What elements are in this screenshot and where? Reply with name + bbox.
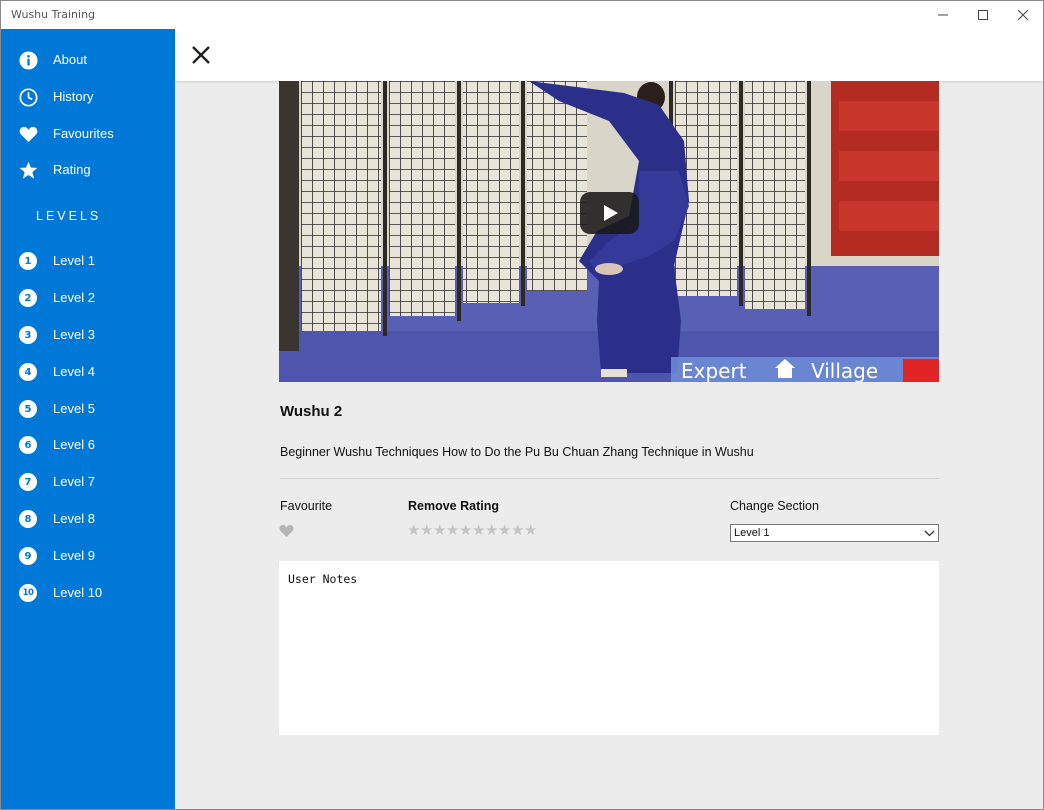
rating-star-1[interactable]: ★ [407, 523, 420, 538]
divider [280, 478, 939, 479]
sidebar-item-label: Level 8 [53, 511, 95, 526]
title-bar: Wushu Training [1, 1, 1043, 29]
rating-star-3[interactable]: ★ [433, 523, 446, 538]
number-6-icon: 6 [18, 435, 38, 455]
levels-heading: LEVELS [36, 209, 102, 223]
play-icon [603, 205, 618, 221]
heart-icon [18, 124, 38, 144]
video-title: Wushu 2 [280, 403, 343, 420]
sidebar-item-level-10[interactable]: 10 Level 10 [1, 576, 175, 610]
app-window: Wushu Training About History Favourites … [0, 0, 1044, 810]
rating-star-10[interactable]: ★ [524, 523, 537, 538]
close-x-icon [192, 46, 210, 64]
play-button[interactable] [580, 192, 639, 234]
number-1-icon: 1 [18, 251, 38, 271]
sidebar-item-level-9[interactable]: 9 Level 9 [1, 539, 175, 573]
rating-star-4[interactable]: ★ [446, 523, 459, 538]
sidebar-item-label: Level 6 [53, 437, 95, 452]
sidebar-item-level-5[interactable]: 5 Level 5 [1, 392, 175, 426]
rating-star-5[interactable]: ★ [459, 523, 472, 538]
minimize-icon [938, 14, 948, 16]
video-description: Beginner Wushu Techniques How to Do the … [280, 445, 754, 459]
close-icon [1018, 10, 1028, 20]
user-notes-text: User Notes [288, 572, 358, 586]
rating-stars: ★ ★ ★ ★ ★ ★ ★ ★ ★ ★ [407, 523, 537, 538]
info-icon [18, 50, 38, 70]
sidebar-item-about[interactable]: About [1, 43, 175, 77]
maximize-icon [978, 10, 988, 20]
sidebar-item-level-3[interactable]: 3 Level 3 [1, 318, 175, 352]
sidebar-item-label: Level 9 [53, 548, 95, 563]
sidebar: About History Favourites Rating LEVELS 1… [1, 29, 175, 809]
favourite-label: Favourite [280, 499, 333, 513]
sidebar-item-label: Level 7 [53, 474, 95, 489]
number-4-icon: 4 [18, 362, 38, 382]
sidebar-item-label: Level 3 [53, 327, 95, 342]
sidebar-item-label: Level 1 [53, 253, 95, 268]
heart-icon [279, 524, 294, 537]
sidebar-item-label: Rating [53, 162, 91, 177]
clock-icon [18, 87, 38, 107]
sidebar-item-label: Level 5 [53, 401, 95, 416]
number-5-icon: 5 [18, 399, 38, 419]
rating-star-9[interactable]: ★ [511, 523, 524, 538]
rating-star-8[interactable]: ★ [498, 523, 511, 538]
section-select[interactable]: Level 1 [730, 524, 939, 542]
number-3-icon: 3 [18, 325, 38, 345]
number-2-icon: 2 [18, 288, 38, 308]
change-section-label: Change Section [730, 499, 819, 513]
content-header [175, 29, 1043, 81]
star-icon [18, 160, 38, 180]
overlay-text-expert: Expert [681, 359, 747, 382]
video-player[interactable]: Expert Village [279, 81, 939, 382]
rating-star-7[interactable]: ★ [485, 523, 498, 538]
favourite-toggle[interactable] [279, 524, 294, 538]
sidebar-item-level-2[interactable]: 2 Level 2 [1, 281, 175, 315]
window-close-button[interactable] [1003, 1, 1043, 29]
remove-rating-button[interactable]: Remove Rating [408, 499, 499, 513]
sidebar-item-level-6[interactable]: 6 Level 6 [1, 428, 175, 462]
sidebar-item-favourites[interactable]: Favourites [1, 117, 175, 151]
sidebar-item-level-8[interactable]: 8 Level 8 [1, 502, 175, 536]
chevron-down-icon [924, 530, 935, 537]
user-notes-field[interactable]: User Notes [279, 561, 939, 735]
sidebar-item-label: History [53, 89, 94, 104]
overlay-text-village: Village [811, 359, 878, 382]
minimize-button[interactable] [923, 1, 963, 29]
number-10-icon: 10 [18, 583, 38, 603]
sidebar-item-rating[interactable]: Rating [1, 153, 175, 187]
number-9-icon: 9 [18, 546, 38, 566]
window-title: Wushu Training [11, 8, 96, 21]
rating-star-6[interactable]: ★ [472, 523, 485, 538]
rating-star-2[interactable]: ★ [420, 523, 433, 538]
number-7-icon: 7 [18, 472, 38, 492]
sidebar-item-label: About [53, 52, 87, 67]
sidebar-item-label: Favourites [53, 126, 114, 141]
sidebar-item-label: Level 2 [53, 290, 95, 305]
close-detail-button[interactable] [189, 43, 213, 67]
maximize-button[interactable] [963, 1, 1003, 29]
number-8-icon: 8 [18, 509, 38, 529]
section-select-value: Level 1 [734, 527, 770, 539]
sidebar-item-level-4[interactable]: 4 Level 4 [1, 355, 175, 389]
sidebar-item-history[interactable]: History [1, 80, 175, 114]
sidebar-item-label: Level 10 [53, 585, 103, 600]
sidebar-item-level-7[interactable]: 7 Level 7 [1, 465, 175, 499]
sidebar-item-level-1[interactable]: 1 Level 1 [1, 244, 175, 278]
sidebar-item-label: Level 4 [53, 364, 95, 379]
